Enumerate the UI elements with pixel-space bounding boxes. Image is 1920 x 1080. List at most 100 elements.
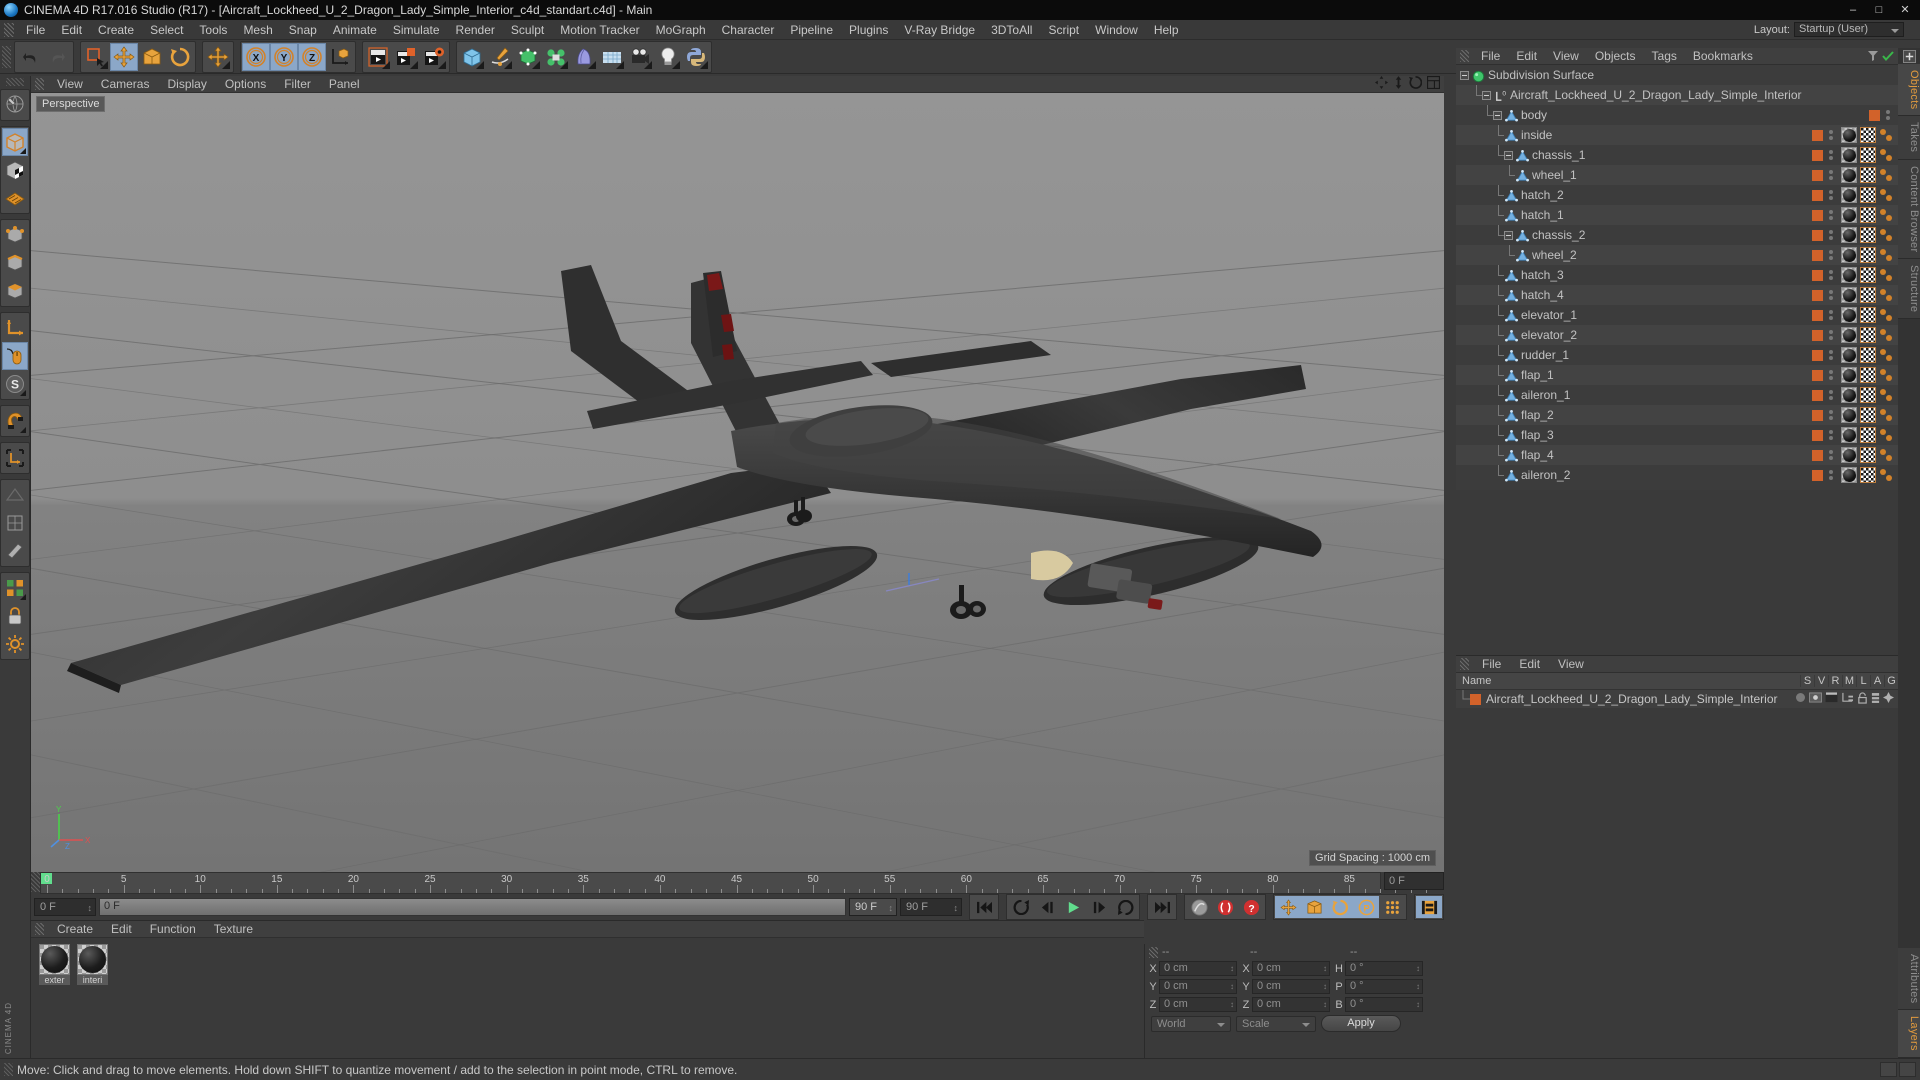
layer-color-tag[interactable] xyxy=(1812,289,1823,301)
dock-tab-layers[interactable]: Layers xyxy=(1898,1010,1920,1058)
visibility-dots[interactable] xyxy=(1827,410,1835,420)
visibility-dots[interactable] xyxy=(1827,390,1835,400)
dock-tab-takes[interactable]: Takes xyxy=(1898,116,1920,160)
material-tag-icon[interactable] xyxy=(1841,187,1857,203)
position-key-button[interactable] xyxy=(1275,896,1301,918)
settings-button[interactable] xyxy=(2,630,28,658)
object-name[interactable]: wheel_2 xyxy=(1532,248,1577,262)
layer-animation-toggle[interactable] xyxy=(1871,692,1880,707)
uvw-tag-icon[interactable] xyxy=(1860,427,1876,443)
layer-lock-toggle[interactable] xyxy=(1857,691,1868,707)
phong-tag-icon[interactable] xyxy=(1879,207,1895,223)
object-name[interactable]: Aircraft_Lockheed_U_2_Dragon_Lady_Simple… xyxy=(1510,88,1802,102)
size-field[interactable]: 0 cm xyxy=(1252,961,1330,976)
visibility-dots[interactable] xyxy=(1827,130,1835,140)
uvw-tag-icon[interactable] xyxy=(1860,187,1876,203)
visibility-dots[interactable] xyxy=(1827,430,1835,440)
object-row[interactable]: hatch_2 xyxy=(1456,185,1898,205)
loop-playback-button[interactable] xyxy=(1112,896,1138,918)
visibility-dots[interactable] xyxy=(1827,470,1835,480)
material-tag-icon[interactable] xyxy=(1841,167,1857,183)
previous-frame-button[interactable] xyxy=(1034,896,1060,918)
menu-tools[interactable]: Tools xyxy=(191,21,235,39)
object-row[interactable]: hatch_1 xyxy=(1456,205,1898,225)
viewport-menu-grip-handle[interactable] xyxy=(35,78,44,90)
object-name[interactable]: aileron_2 xyxy=(1521,468,1570,482)
layer-color-tag[interactable] xyxy=(1812,389,1823,401)
layer-solo-column-header[interactable]: S xyxy=(1800,675,1814,687)
object-menu-objects[interactable]: Objects xyxy=(1587,48,1644,64)
material-menu-function[interactable]: Function xyxy=(141,921,205,937)
object-search-icon[interactable] xyxy=(1867,50,1879,65)
uvw-tag-icon[interactable] xyxy=(1860,167,1876,183)
add-generator-button[interactable] xyxy=(514,43,542,71)
object-menu-view[interactable]: View xyxy=(1545,48,1587,64)
layer-color-tag[interactable] xyxy=(1812,309,1823,321)
python-script-button[interactable] xyxy=(682,43,710,71)
parameter-key-button[interactable]: P xyxy=(1353,896,1379,918)
layer-color-tag[interactable] xyxy=(1812,209,1823,221)
visibility-dots[interactable] xyxy=(1827,270,1835,280)
timeline-range-bar[interactable]: 0 F xyxy=(99,898,846,916)
move-transform-button[interactable] xyxy=(204,43,232,71)
maximize-button[interactable]: □ xyxy=(1866,1,1892,19)
point-level-animation-button[interactable] xyxy=(1379,896,1405,918)
status-widget-two[interactable] xyxy=(1899,1062,1916,1077)
viewport-menu-panel[interactable]: Panel xyxy=(320,76,369,92)
status-grip-handle[interactable] xyxy=(4,1063,13,1076)
world-object-coordinates-button[interactable] xyxy=(326,43,354,71)
visibility-dots[interactable] xyxy=(1827,450,1835,460)
rotation-key-button[interactable] xyxy=(1327,896,1353,918)
material-tag-icon[interactable] xyxy=(1841,447,1857,463)
rotation-field[interactable]: 0 ° xyxy=(1345,979,1423,994)
uvw-tag-icon[interactable] xyxy=(1860,227,1876,243)
render-to-picture-viewer-button[interactable] xyxy=(392,43,420,71)
object-name[interactable]: aileron_1 xyxy=(1521,388,1570,402)
layer-color-tag[interactable] xyxy=(1812,149,1823,161)
object-menu-grip-handle[interactable] xyxy=(1460,50,1469,62)
uvw-tag-icon[interactable] xyxy=(1860,207,1876,223)
visibility-dots[interactable] xyxy=(1827,370,1835,380)
plane-tool-button[interactable] xyxy=(2,481,28,509)
rotation-field[interactable]: 0 ° xyxy=(1345,997,1423,1012)
object-row[interactable]: flap_4 xyxy=(1456,445,1898,465)
viewport-menu-view[interactable]: View xyxy=(48,76,92,92)
make-editable-button[interactable] xyxy=(2,91,28,119)
rotation-field[interactable]: 0 ° xyxy=(1345,961,1423,976)
object-row[interactable]: 0 Aircraft_Lockheed_U_2_Dragon_Lady_Simpl… xyxy=(1456,85,1898,105)
enable-axis-modification-button[interactable] xyxy=(2,314,28,342)
layer-color-tag[interactable] xyxy=(1812,269,1823,281)
phong-tag-icon[interactable] xyxy=(1879,227,1895,243)
lock-x-axis-button[interactable]: X xyxy=(242,42,270,71)
phong-tag-icon[interactable] xyxy=(1879,327,1895,343)
timeline-ruler[interactable]: 051015202530354045505560657075808590 xyxy=(40,872,1432,894)
go-to-end-button[interactable] xyxy=(1149,896,1175,918)
menu-window[interactable]: Window xyxy=(1087,21,1146,39)
phong-tag-icon[interactable] xyxy=(1879,187,1895,203)
material-menu-grip-handle[interactable] xyxy=(35,923,44,935)
redo-button[interactable] xyxy=(44,43,72,71)
workplane-mode-button[interactable] xyxy=(2,184,28,212)
menu-render[interactable]: Render xyxy=(448,21,503,39)
layer-color-tag[interactable] xyxy=(1812,249,1823,261)
object-row[interactable]: hatch_3 xyxy=(1456,265,1898,285)
dock-tab-structure[interactable]: Structure xyxy=(1898,259,1920,320)
object-name[interactable]: chassis_1 xyxy=(1532,148,1585,162)
phong-tag-icon[interactable] xyxy=(1879,467,1895,483)
texture-mode-button[interactable] xyxy=(2,156,28,184)
object-name[interactable]: flap_1 xyxy=(1521,368,1554,382)
layer-manager-column-header[interactable]: M xyxy=(1842,675,1856,687)
lock-z-axis-button[interactable]: Z xyxy=(298,42,326,71)
layer-menu-grip-handle[interactable] xyxy=(1460,658,1469,670)
material-preview-sphere[interactable] xyxy=(77,944,108,975)
edge-mode-button[interactable] xyxy=(2,249,28,277)
material-menu-texture[interactable]: Texture xyxy=(205,921,262,937)
uvw-tag-icon[interactable] xyxy=(1860,367,1876,383)
layer-color-tag[interactable] xyxy=(1812,329,1823,341)
expand-collapse-toggle[interactable] xyxy=(1460,70,1469,80)
uvw-tag-icon[interactable] xyxy=(1860,287,1876,303)
scale-tool[interactable] xyxy=(138,43,166,71)
layer-manager-toggle[interactable] xyxy=(1841,692,1854,706)
material-tag-icon[interactable] xyxy=(1841,327,1857,343)
object-row[interactable]: rudder_1 xyxy=(1456,345,1898,365)
